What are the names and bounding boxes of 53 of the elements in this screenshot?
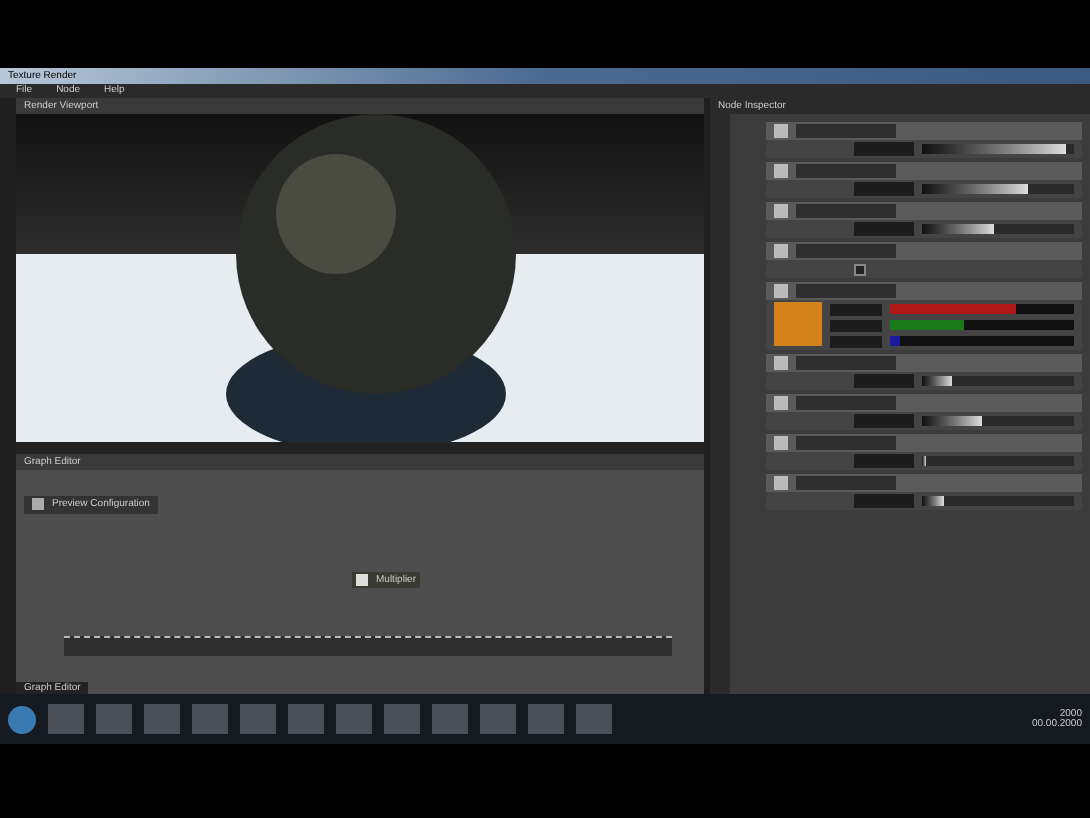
app-icon[interactable]: [480, 704, 516, 734]
checkbox[interactable]: [854, 263, 866, 275]
node-icon: [356, 574, 368, 586]
app-icon[interactable]: [528, 704, 564, 734]
app-icon[interactable]: [192, 704, 228, 734]
node-icon: [774, 436, 788, 450]
app-icon[interactable]: [576, 704, 612, 734]
app-icon[interactable]: [144, 704, 180, 734]
node-icon: [774, 204, 788, 218]
type-dropdown[interactable]: [796, 164, 896, 178]
value-field[interactable]: [854, 374, 914, 388]
type-dropdown[interactable]: [796, 436, 896, 450]
value-field[interactable]: [854, 142, 914, 156]
value-field[interactable]: [854, 222, 914, 236]
node-icon: [774, 244, 788, 258]
app-icon[interactable]: [96, 704, 132, 734]
app-icon[interactable]: [240, 704, 276, 734]
node-icon: [774, 396, 788, 410]
value-field[interactable]: [854, 414, 914, 428]
color-swatch[interactable]: [774, 302, 822, 346]
type-dropdown[interactable]: [796, 356, 896, 370]
value-field[interactable]: [830, 319, 882, 331]
type-dropdown[interactable]: [796, 124, 896, 138]
value-field[interactable]: [830, 335, 882, 347]
value-field[interactable]: [854, 182, 914, 196]
node-icon: [774, 164, 788, 178]
node-icon: [774, 476, 788, 490]
slider-track[interactable]: [922, 224, 1074, 234]
app-icon[interactable]: [48, 704, 84, 734]
value-field[interactable]: [854, 454, 914, 468]
frame-icon: [32, 498, 44, 510]
slider-track[interactable]: [890, 320, 1074, 330]
slider-track[interactable]: [890, 304, 1074, 314]
type-dropdown[interactable]: [796, 396, 896, 410]
slider-track[interactable]: [922, 376, 1074, 386]
app-icon[interactable]: [432, 704, 468, 734]
type-dropdown[interactable]: [796, 284, 896, 298]
type-dropdown[interactable]: [796, 476, 896, 490]
node-icon: [774, 124, 788, 138]
value-field[interactable]: [830, 303, 882, 315]
node-icon: [774, 356, 788, 370]
type-dropdown[interactable]: [796, 204, 896, 218]
app-icon[interactable]: [384, 704, 420, 734]
app-icon[interactable]: [336, 704, 372, 734]
node-icon: [774, 284, 788, 298]
value-field[interactable]: [854, 494, 914, 508]
start-icon[interactable]: [8, 705, 36, 733]
slider-track[interactable]: [922, 456, 1074, 466]
slider-track[interactable]: [922, 416, 1074, 426]
app-icon[interactable]: [288, 704, 324, 734]
slider-track[interactable]: [890, 336, 1074, 346]
slider-track[interactable]: [922, 184, 1074, 194]
slider-track[interactable]: [922, 496, 1074, 506]
